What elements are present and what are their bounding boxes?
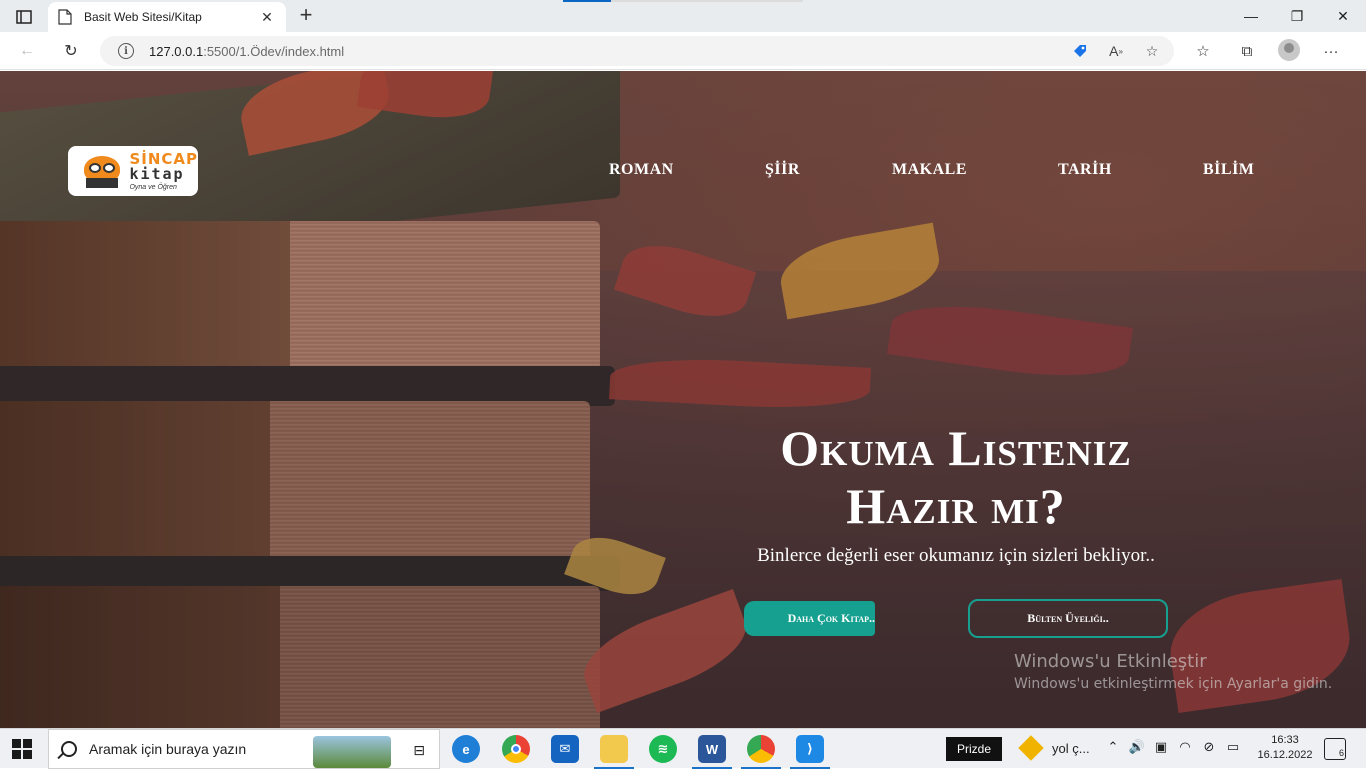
tab-title: Basit Web Sitesi/Kitap [84,10,202,24]
logo-tagline: Oyna ve Öğren [129,183,177,191]
mail-icon[interactable]: ✉ [551,735,579,763]
nav-item-makale[interactable]: MAKALE [892,161,967,179]
refresh-button[interactable]: ↻ [58,39,84,63]
new-tab-button[interactable]: + [294,4,318,28]
address-bar-row: ← ↻ i 127.0.0.1:5500/1.Ödev/index.html A… [0,32,1366,70]
hero-section: SİNCAP kitap Oyna ve Öğren ROMAN ŞİİR MA… [0,71,1366,728]
tab-actions-icon[interactable] [8,6,40,28]
task-view-icon[interactable]: ⊟ [413,742,425,759]
power-status[interactable]: Prizde [946,737,1002,761]
nav-item-bilim[interactable]: BİLİM [1203,161,1254,179]
file-explorer-icon[interactable] [594,735,634,769]
start-button-icon[interactable] [12,739,32,759]
weather-widget[interactable]: yol ç... [1018,735,1090,761]
taskbar-clock[interactable]: 16:33 16.12.2022 [1256,733,1314,763]
keyboard-icon[interactable]: ▭ [1224,739,1242,755]
search-icon [61,741,77,757]
meet-icon[interactable]: ▣ [1152,739,1170,755]
hero-title: Okuma Listeniz Hazır mı? [780,420,1132,534]
logo-line2: kitap [129,164,185,183]
favorite-add-icon[interactable]: ☆ [1142,41,1162,61]
collections-icon[interactable]: ⧉ [1234,39,1260,63]
minimize-button[interactable]: — [1228,0,1274,32]
nav-item-roman[interactable]: ROMAN [609,161,674,179]
search-highlight-image [313,736,391,768]
window-controls: — ❐ ✕ [1228,0,1366,32]
system-tray: ⌃ 🔊 ▣ ◠ ⊘ ▭ [1104,739,1242,755]
edge-icon[interactable]: e [452,735,480,763]
network-error-icon[interactable]: ⊘ [1200,739,1218,755]
tab-strip-indicator [563,0,803,2]
url-field[interactable]: i 127.0.0.1:5500/1.Ödev/index.html A» ☆ [100,36,1174,66]
favorites-icon[interactable]: ☆ [1190,39,1216,63]
taskbar-search[interactable]: Aramak için buraya yazın ⊟ [48,729,440,769]
url-text[interactable]: 127.0.0.1:5500/1.Ödev/index.html [149,44,344,59]
more-books-button[interactable]: Daha Çok Kitap.. [744,601,875,636]
info-icon[interactable]: i [118,43,134,59]
windows-taskbar: Aramak için buraya yazın ⊟ e ✉ ≋ W ⟩ Pri… [0,728,1366,769]
word-icon[interactable]: W [692,735,732,769]
browser-tab-bar: Basit Web Sitesi/Kitap ✕ + — ❐ ✕ [0,0,1366,32]
squirrel-logo-icon [78,154,125,188]
volume-icon[interactable]: 🔊 [1128,739,1146,755]
hero-subtitle: Binlerce değerli eser okumanız için sizl… [757,545,1155,566]
restore-button[interactable]: ❐ [1274,0,1320,32]
spotify-icon[interactable]: ≋ [649,735,677,763]
road-warning-icon [1018,735,1044,761]
nav-item-siir[interactable]: ŞİİR [765,161,800,179]
back-button[interactable]: ← [14,39,40,63]
tab-close-icon[interactable]: ✕ [258,9,276,26]
profile-icon[interactable] [1278,39,1300,61]
read-aloud-icon[interactable]: A» [1106,41,1126,61]
close-window-button[interactable]: ✕ [1320,0,1366,32]
more-icon[interactable]: ··· [1318,39,1344,63]
newsletter-button[interactable]: Bülten Üyeliği.. [968,599,1168,638]
tag-icon[interactable] [1070,41,1090,61]
chrome-icon[interactable] [502,735,530,763]
chevron-up-icon[interactable]: ⌃ [1104,739,1122,755]
notification-icon[interactable]: 6 [1324,738,1346,760]
nav-item-tarih[interactable]: TARİH [1058,161,1112,179]
site-logo[interactable]: SİNCAP kitap Oyna ve Öğren [68,146,198,196]
wifi-icon[interactable]: ◠ [1176,739,1194,755]
browser-tab[interactable]: Basit Web Sitesi/Kitap ✕ [48,2,286,32]
page-icon [58,9,72,25]
vscode-icon[interactable]: ⟩ [790,735,830,769]
chrome-profile-icon[interactable] [741,735,781,769]
windows-activation-watermark: Windows'u Etkinleştir Windows'u etkinleş… [1014,651,1333,692]
search-placeholder: Aramak için buraya yazın [89,741,247,757]
